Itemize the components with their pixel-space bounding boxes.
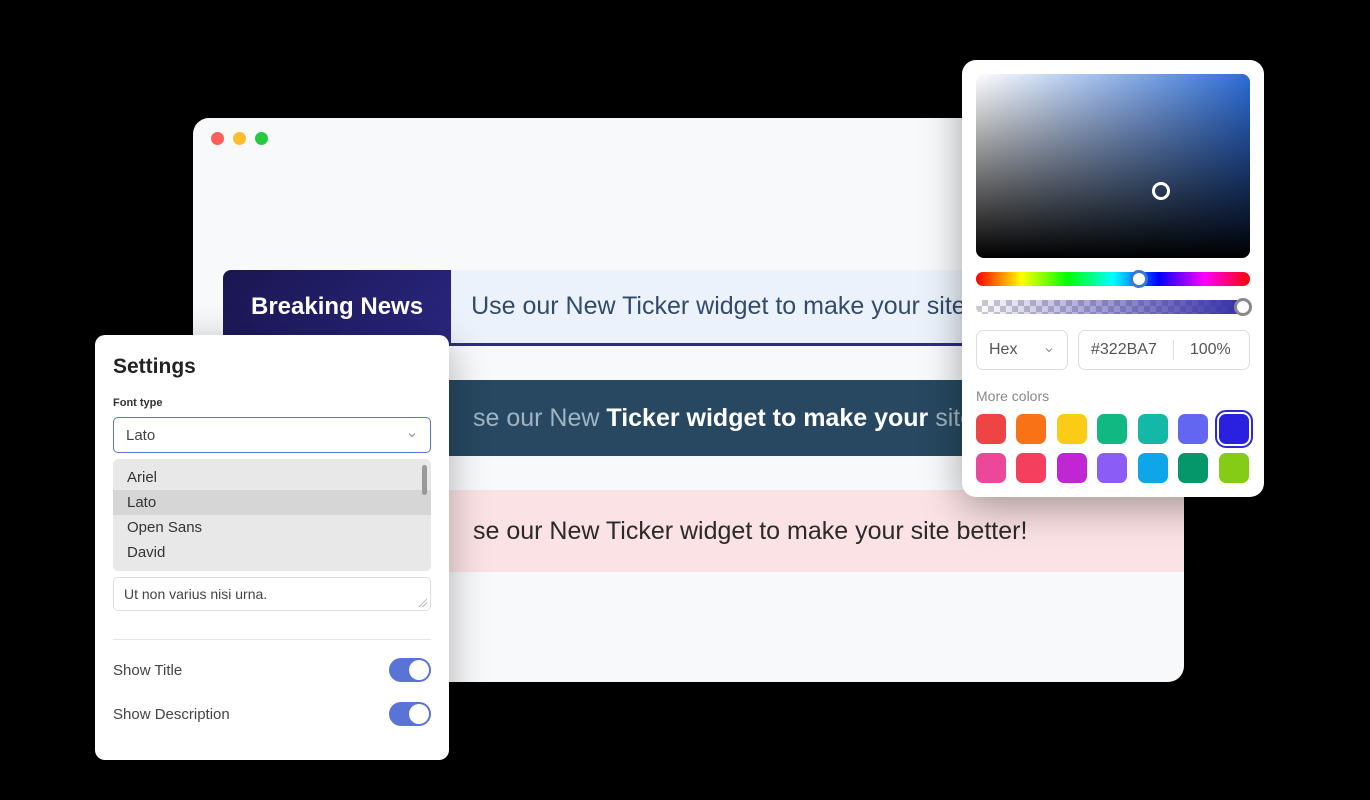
color-swatch[interactable] <box>1097 453 1127 483</box>
close-icon[interactable] <box>211 132 224 145</box>
divider <box>113 639 431 640</box>
color-inputs: Hex #322BA7 100% <box>976 330 1250 370</box>
color-swatch[interactable] <box>1138 414 1168 444</box>
color-swatch[interactable] <box>1057 453 1087 483</box>
ticker-badge: Breaking News <box>223 270 451 343</box>
opacity-value: 100% <box>1190 341 1231 359</box>
saturation-canvas[interactable] <box>976 74 1250 258</box>
show-description-row: Show Description <box>113 702 431 726</box>
font-option[interactable]: Open Sans <box>113 515 431 540</box>
format-value: Hex <box>989 341 1017 359</box>
settings-panel: Settings Font type Lato Ariel Lato Open … <box>95 335 449 760</box>
color-swatch[interactable] <box>1219 414 1249 444</box>
ticker-text: se our New Ticker widget to make your si… <box>473 404 1009 433</box>
color-swatch[interactable] <box>976 453 1006 483</box>
color-cursor[interactable] <box>1152 182 1170 200</box>
ticker-text: se our New Ticker widget to make your si… <box>473 517 1027 546</box>
format-select[interactable]: Hex <box>976 330 1068 370</box>
show-description-label: Show Description <box>113 706 230 723</box>
color-swatch[interactable] <box>976 414 1006 444</box>
color-swatch[interactable] <box>1016 414 1046 444</box>
font-type-label: Font type <box>113 397 431 409</box>
color-swatch[interactable] <box>1016 453 1046 483</box>
font-option[interactable]: Lato <box>113 490 431 515</box>
font-select-value: Lato <box>126 427 155 444</box>
hue-knob[interactable] <box>1130 270 1148 288</box>
ticker-text: Use our New Ticker widget to make your s… <box>451 292 1000 321</box>
font-option[interactable]: Ariel <box>113 465 431 490</box>
color-swatches <box>976 414 1250 483</box>
chevron-down-icon <box>406 429 418 441</box>
alpha-slider[interactable] <box>976 300 1250 314</box>
settings-title: Settings <box>113 355 431 379</box>
color-swatch[interactable] <box>1219 453 1249 483</box>
scrollbar[interactable] <box>422 465 427 495</box>
show-description-toggle[interactable] <box>389 702 431 726</box>
description-textarea[interactable]: Ut non varius nisi urna. <box>113 577 431 611</box>
font-dropdown: Ariel Lato Open Sans David <box>113 459 431 571</box>
color-swatch[interactable] <box>1138 453 1168 483</box>
color-swatch[interactable] <box>1178 414 1208 444</box>
show-title-toggle[interactable] <box>389 658 431 682</box>
alpha-knob[interactable] <box>1234 298 1252 316</box>
show-title-label: Show Title <box>113 662 182 679</box>
hex-value: #322BA7 <box>1091 341 1157 359</box>
maximize-icon[interactable] <box>255 132 268 145</box>
hex-input[interactable]: #322BA7 100% <box>1078 330 1250 370</box>
color-swatch[interactable] <box>1057 414 1087 444</box>
font-select[interactable]: Lato <box>113 417 431 453</box>
divider <box>1173 340 1174 360</box>
font-option[interactable]: David <box>113 540 431 565</box>
color-swatch[interactable] <box>1097 414 1127 444</box>
show-title-row: Show Title <box>113 658 431 682</box>
minimize-icon[interactable] <box>233 132 246 145</box>
chevron-down-icon <box>1043 344 1055 356</box>
color-swatch[interactable] <box>1178 453 1208 483</box>
color-picker: Hex #322BA7 100% More colors <box>962 60 1264 497</box>
more-colors-label: More colors <box>976 388 1250 404</box>
hue-slider[interactable] <box>976 272 1250 286</box>
